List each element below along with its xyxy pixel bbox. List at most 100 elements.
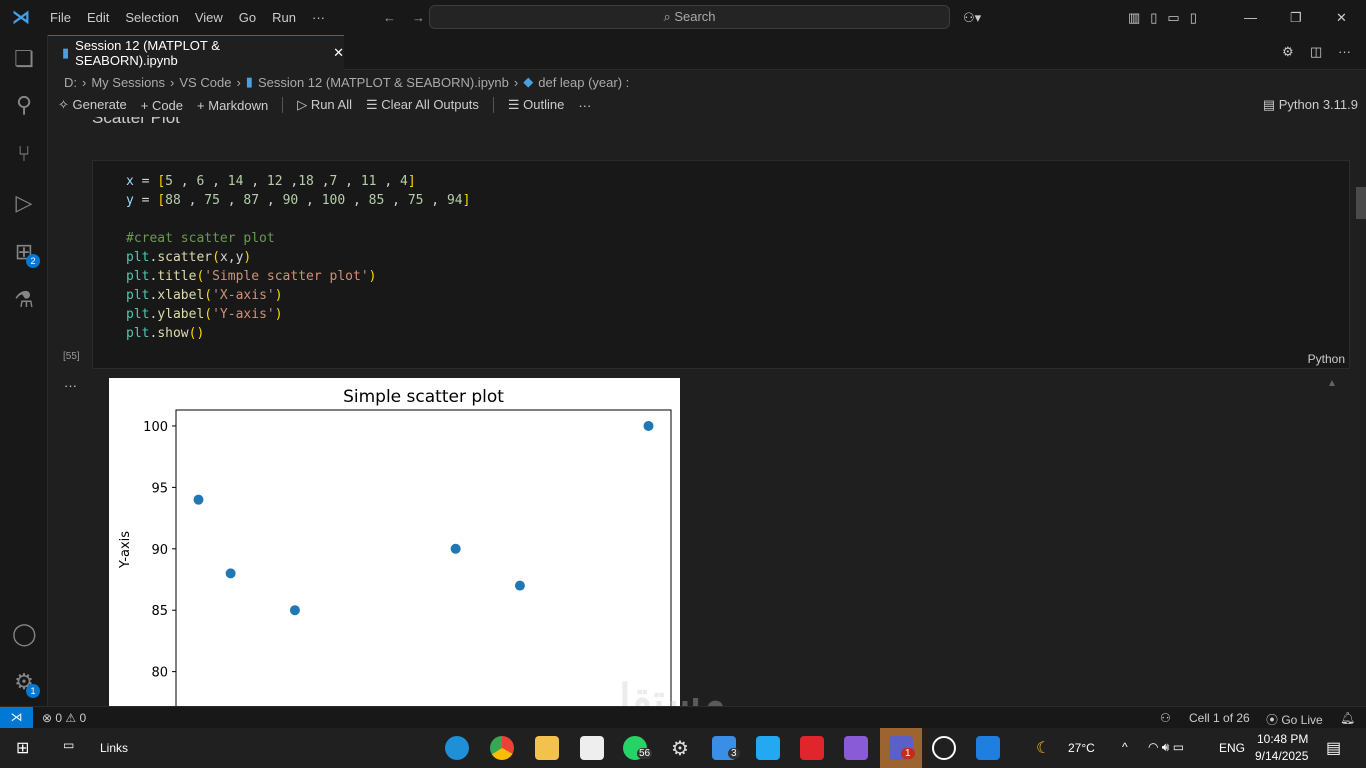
run-debug-icon[interactable]: ▷ [12, 191, 36, 215]
divider [492, 97, 494, 113]
add-code-button[interactable]: + Code [141, 98, 183, 113]
restore-button[interactable]: ❐ [1290, 10, 1302, 26]
close-tab-icon[interactable]: ✕ [333, 45, 344, 61]
teams-badge: 1 [901, 748, 915, 759]
app-icon[interactable] [976, 736, 1000, 760]
code-line: y = [88 , 75 , 87 , 90 , 100 , 85 , 75 ,… [126, 193, 471, 208]
menu-file[interactable]: File [42, 10, 79, 25]
outline-button[interactable]: ☰ Outline [508, 97, 564, 113]
notebook-file-icon: ▮ [62, 45, 70, 60]
testing-icon[interactable]: ⚗ [12, 288, 36, 312]
language-indicator[interactable]: ENG [1219, 741, 1245, 755]
notifications-icon[interactable]: 🔔︎ [1340, 711, 1355, 725]
tab-bar: ▮ Session 12 (MATPLOT & SEABORN).ipynb ✕ ⚙… [48, 35, 1366, 70]
cell-indicator[interactable]: Cell 1 of 26 [1189, 711, 1250, 725]
crumb-drive[interactable]: D: [64, 75, 77, 90]
menu-edit[interactable]: Edit [79, 10, 117, 25]
back-icon[interactable]: ← [383, 10, 396, 25]
code-line: plt.ylabel('Y-axis') [126, 307, 283, 322]
more-button[interactable]: ··· [578, 98, 591, 113]
crumb-symbol[interactable]: def leap (year) : [538, 75, 629, 90]
output-more-button[interactable]: ··· [64, 378, 77, 393]
plot-frame [175, 409, 672, 706]
taskbar: ⊞ ▭ Links 56 ⚙ 3 1 ☾ 27°C ^ ◠ 🔊︎ ▭ ENG 1… [0, 728, 1366, 768]
menu-selection[interactable]: Selection [117, 10, 186, 25]
y-tick-label: 95 [151, 481, 168, 496]
store-icon[interactable] [580, 736, 604, 760]
action-center-icon[interactable]: ▤ [1326, 738, 1341, 758]
command-search[interactable]: ⌕ Search [429, 5, 950, 29]
start-button[interactable]: ⊞ [16, 738, 29, 758]
clock-time[interactable]: 10:48 PM [1257, 732, 1308, 746]
layout-icons[interactable]: ▥▯▭▯ [1128, 10, 1207, 26]
divider [282, 97, 284, 113]
source-control-icon[interactable]: ⑂ [12, 142, 36, 166]
vscode-logo-icon: ⋊ [12, 7, 30, 27]
notebook-file-icon: ▮ [245, 74, 253, 89]
vscode-taskbar-icon[interactable] [756, 736, 780, 760]
y-tick-label: 90 [151, 543, 168, 558]
clock-date[interactable]: 9/14/2025 [1255, 749, 1308, 763]
account-icon[interactable]: ◯ [12, 622, 37, 646]
code-line: plt.scatter(x,y) [126, 250, 252, 265]
minimize-button[interactable]: — [1244, 10, 1257, 25]
file-explorer-icon[interactable] [535, 736, 559, 760]
explorer-icon[interactable]: ❏ [12, 47, 36, 71]
crumb-folder[interactable]: VS Code [179, 75, 231, 90]
generate-button[interactable]: ✧ Generate [58, 97, 127, 113]
crumb-folder[interactable]: My Sessions [91, 75, 165, 90]
visual-studio-icon[interactable] [844, 736, 868, 760]
weather-temp[interactable]: 27°C [1068, 741, 1095, 755]
search-icon: ⌕ [663, 9, 675, 24]
search-icon[interactable]: ⚲ [12, 93, 36, 117]
forward-icon[interactable]: → [412, 10, 425, 25]
tray-icons[interactable]: ◠ 🔊︎ ▭ [1148, 740, 1184, 755]
section-heading: Scatter Plot [92, 117, 180, 127]
add-markdown-button[interactable]: + Markdown [197, 98, 268, 113]
whatsapp-badge: 56 [637, 748, 653, 759]
code-line: plt.xlabel('X-axis') [126, 288, 283, 303]
clear-outputs-button[interactable]: ☰ Clear All Outputs [366, 97, 479, 113]
task-view-icon[interactable]: ▭ [63, 738, 74, 752]
chrome-icon[interactable] [490, 736, 514, 760]
weather-icon[interactable]: ☾ [1036, 738, 1050, 758]
scatter-point [643, 420, 654, 431]
tray-chevron-icon[interactable]: ^ [1122, 740, 1128, 754]
code-editor[interactable]: x = [5 , 6 , 14 , 12 ,18 ,7 , 11 , 4] y =… [126, 172, 470, 343]
phone-link-icon[interactable]: 3 [712, 736, 740, 760]
settings-badge: 1 [26, 684, 40, 698]
problems-indicator[interactable]: ⊗ 0 ⚠ 0 [42, 711, 86, 725]
remote-button[interactable]: ⋊ [0, 707, 33, 728]
split-editor-icon[interactable]: ◫ [1310, 44, 1322, 60]
go-live-button[interactable]: ⦿ Go Live [1266, 711, 1323, 728]
extensions-icon[interactable]: ⊞ 2 [12, 240, 40, 268]
more-actions-icon[interactable]: ··· [1338, 44, 1351, 59]
execution-count: [55] [63, 351, 80, 362]
whatsapp-icon[interactable]: 56 [623, 736, 653, 760]
chatgpt-icon[interactable] [932, 736, 956, 760]
settings-icon[interactable]: ⚙ [668, 736, 692, 760]
settings-gear-icon[interactable]: ⚙ 1 [12, 670, 40, 698]
menu-run[interactable]: Run [264, 10, 304, 25]
crumb-file[interactable]: Session 12 (MATPLOT & SEABORN).ipynb [258, 75, 509, 90]
copilot-status-icon[interactable]: ⚇ [1160, 711, 1171, 725]
teams-icon[interactable]: 1 [889, 736, 915, 760]
scrollbar-thumb[interactable] [1356, 187, 1366, 219]
scatter-point [225, 568, 236, 579]
code-line: #creat scatter plot [126, 231, 275, 246]
edge-icon[interactable] [445, 736, 469, 760]
tab-notebook[interactable]: ▮ Session 12 (MATPLOT & SEABORN).ipynb ✕ [48, 35, 344, 70]
cell-language[interactable]: Python [1308, 352, 1345, 366]
kernel-picker[interactable]: ▤ Python 3.11.9 [1263, 97, 1358, 113]
gear-icon[interactable]: ⚙ [1282, 44, 1294, 60]
menu-view[interactable]: View [187, 10, 231, 25]
run-all-button[interactable]: ▷ Run All [297, 97, 352, 113]
close-window-button[interactable]: ✕ [1336, 10, 1347, 26]
copilot-icon[interactable]: ⚇▾ [963, 10, 981, 26]
menu-more[interactable]: ··· [304, 10, 333, 25]
collapse-output-icon[interactable]: ▲ [1327, 378, 1337, 389]
code-line: plt.show() [126, 326, 205, 341]
menu-go[interactable]: Go [231, 10, 264, 25]
links-toolbar[interactable]: Links [100, 741, 128, 755]
wps-icon[interactable] [800, 736, 824, 760]
